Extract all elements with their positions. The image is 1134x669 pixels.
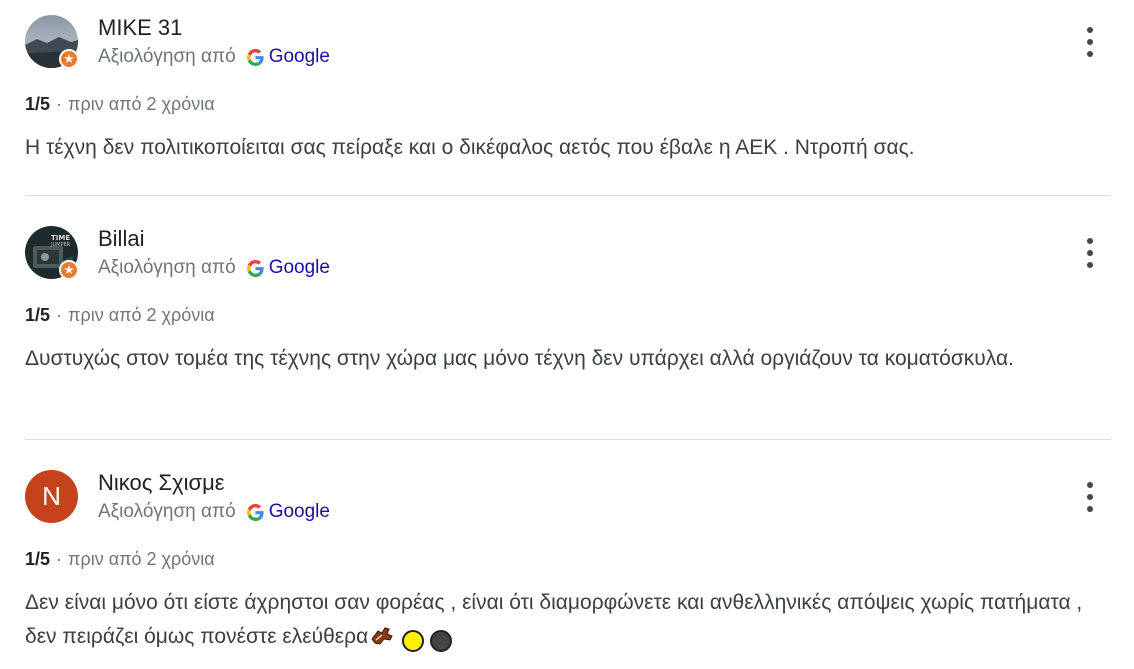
- avatar[interactable]: N: [25, 470, 78, 523]
- running-shoe-emoji: [370, 624, 396, 658]
- google-g-icon: [246, 503, 264, 521]
- review-source: Αξιολόγηση από Google: [98, 45, 330, 69]
- emoji-group: [370, 624, 453, 658]
- more-vert-icon[interactable]: [1080, 482, 1100, 512]
- source-prefix: Αξιολόγηση από: [98, 46, 236, 67]
- review-text-container: Δεν είναι μόνο ότι είστε άχρηστοι σαν φο…: [25, 586, 1095, 658]
- review-source: Αξιολόγηση από Google: [98, 500, 330, 524]
- review-meta: 1/5 · πριν από 2 χρόνια: [25, 93, 215, 115]
- author-name[interactable]: MIKE 31: [98, 15, 182, 41]
- rating: 1/5: [25, 305, 51, 325]
- review-text: Δεν είναι μόνο ότι είστε άχρηστοι σαν φο…: [25, 591, 1083, 648]
- review-time: πριν από 2 χρόνια: [68, 94, 215, 114]
- google-link[interactable]: Google: [269, 45, 330, 69]
- divider: [25, 439, 1111, 440]
- rating: 1/5: [25, 94, 51, 114]
- google-link[interactable]: Google: [269, 500, 330, 524]
- author-name[interactable]: Billai: [98, 226, 144, 252]
- meta-separator: ·: [56, 94, 63, 114]
- more-vert-icon[interactable]: [1080, 238, 1100, 268]
- local-guide-badge-icon: [59, 49, 79, 69]
- local-guide-badge-icon: [59, 260, 79, 280]
- more-vert-icon[interactable]: [1080, 27, 1100, 57]
- google-link[interactable]: Google: [269, 256, 330, 280]
- meta-separator: ·: [56, 549, 63, 569]
- black-circle-emoji: [430, 630, 453, 652]
- review-card: MIKE 31 Αξιολόγηση από Google 1/5 · πριν α…: [25, 15, 1111, 185]
- rating: 1/5: [25, 549, 51, 569]
- review-time: πριν από 2 χρόνια: [68, 305, 215, 325]
- review-meta: 1/5 · πριν από 2 χρόνια: [25, 548, 215, 570]
- svg-text:JUMPER: JUMPER: [50, 242, 71, 248]
- svg-text:TIME: TIME: [51, 234, 70, 242]
- review-text: Δυστυχώς στον τομέα της τέχνης στην χώρα…: [25, 347, 1014, 370]
- source-prefix: Αξιολόγηση από: [98, 257, 236, 278]
- author-name[interactable]: Νικος Σχισμε: [98, 470, 225, 496]
- avatar-letter: N: [25, 470, 78, 523]
- review-card: TIME JUMPER Billai Αξιολόγηση από Google: [25, 226, 1111, 426]
- divider: [25, 195, 1111, 196]
- yellow-circle-emoji: [402, 630, 425, 652]
- avatar[interactable]: [25, 15, 79, 69]
- google-g-icon: [246, 259, 264, 277]
- review-meta: 1/5 · πριν από 2 χρόνια: [25, 304, 215, 326]
- review-time: πριν από 2 χρόνια: [68, 549, 215, 569]
- review-text: Η τέχνη δεν πολιτικοποίειται σας πείραξε…: [25, 136, 915, 159]
- review-card: N Νικος Σχισμε Αξιολόγηση από Google 1/5…: [25, 470, 1111, 669]
- avatar[interactable]: TIME JUMPER: [25, 226, 79, 280]
- source-prefix: Αξιολόγηση από: [98, 501, 236, 522]
- review-source: Αξιολόγηση από Google: [98, 256, 330, 280]
- meta-separator: ·: [56, 305, 63, 325]
- google-g-icon: [246, 48, 264, 66]
